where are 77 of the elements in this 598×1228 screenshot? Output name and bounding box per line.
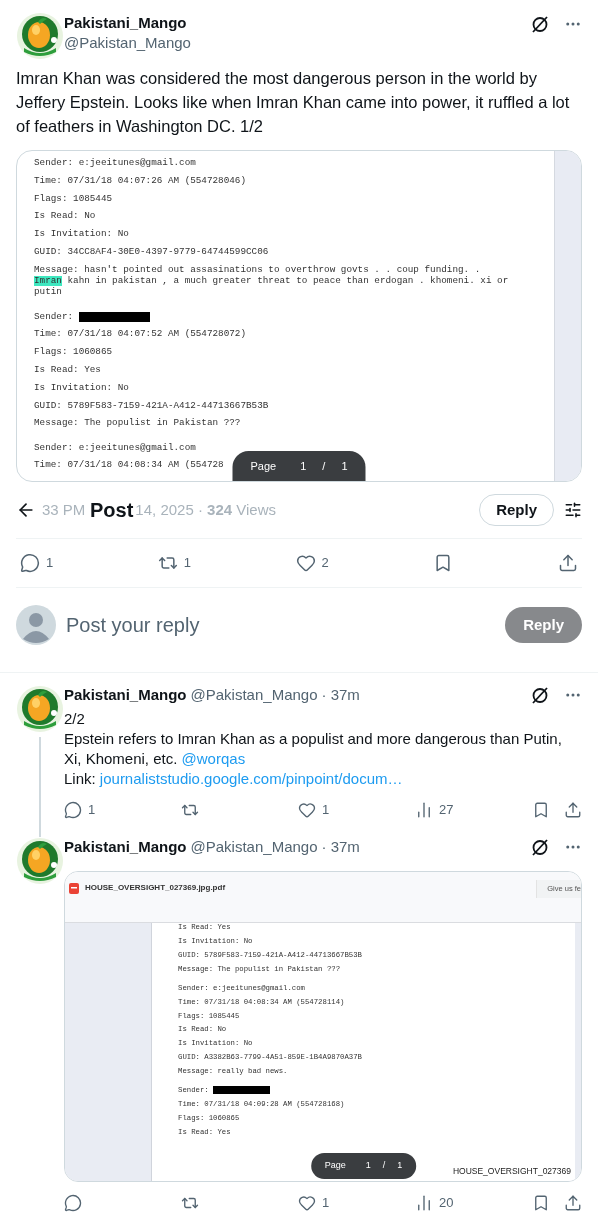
share-icon[interactable] [557, 553, 578, 573]
document-text: Time: 07/31/18 04:08:34 AM (554728 [34, 460, 224, 471]
highlighted-word: Imran [34, 276, 62, 287]
post-time[interactable]: · 37m [321, 835, 360, 859]
post-time[interactable]: · 37m [321, 683, 360, 707]
like-icon[interactable] [295, 553, 316, 573]
post-text: Link: journaliststudio.google.com/pinpoint/docum… [64, 769, 404, 789]
slashed-circle-icon[interactable] [530, 837, 550, 857]
document-text: kahn in pakistan , a much greater threat to peace than erdogan . khomeni. xi or [66, 276, 509, 287]
page-number: 1 [365, 1159, 371, 1173]
file-name: HOUSE_OVERSIGHT_027369.jpg.pdf [85, 882, 226, 894]
views-icon[interactable] [415, 1194, 433, 1212]
slashed-circle-icon[interactable] [530, 685, 550, 705]
page-separator: / [322, 458, 326, 474]
reply-count: 1 [46, 554, 54, 573]
avatar [16, 685, 64, 733]
avatar [16, 837, 64, 885]
reply-icon[interactable] [20, 553, 40, 573]
document-text: GUID: 34CC8AF4-30E0-4397-9779-64744599CC06 [34, 247, 269, 258]
page-number: 1 [300, 458, 307, 474]
slashed-circle-icon[interactable] [530, 14, 550, 34]
bookmark-icon[interactable] [532, 801, 550, 819]
view-count: 27 [439, 801, 454, 820]
document-text: Is Invitation: No [34, 229, 129, 240]
author-name[interactable]: Pakistani_Mango [64, 683, 187, 707]
document-text: Is Invitation: No [34, 382, 129, 393]
author-handle[interactable]: @Pakistan_Mango [190, 683, 318, 707]
document-text: Sender: e:jeeitunes@gmail.com [34, 158, 196, 169]
bookmark-icon[interactable] [532, 1194, 550, 1212]
document-text: Time: 07/31/18 04:07:26 AM (554728046) [34, 175, 246, 187]
document-text: Message: hasn't pointed out assasinations to overthrow govts . . coup funding. . [34, 264, 481, 276]
post-time: 33 PM [42, 499, 86, 520]
reply-icon[interactable] [64, 801, 82, 819]
post-text: Imran Khan was considered the most dangerous person in the world by Jeffery Epstein. Looks like when Imran Khan came into power, it ruffled a lot of feathers in Washington DC. 1/2 [16, 68, 571, 137]
document-text: Sender: [34, 311, 75, 322]
author-name[interactable]: Pakistani_Mango [64, 835, 187, 859]
like-count: 1 [322, 801, 330, 820]
author-name[interactable]: Pakistani_Mango [64, 13, 191, 33]
settings-icon[interactable] [564, 501, 582, 519]
post-date: 14, 2025 · [135, 499, 204, 520]
document-text: Time: 07/31/18 04:07:52 AM (554728072) [34, 329, 246, 340]
pdf-file-icon [69, 882, 79, 894]
share-icon[interactable] [564, 801, 582, 819]
page-label: Page [250, 458, 277, 474]
views-label: Views [235, 499, 277, 520]
document-text: Sender: e:jeeitunes@gmail.com [34, 442, 196, 453]
reply-count: 1 [88, 801, 96, 820]
reply-field[interactable]: Post your reply [66, 610, 200, 640]
author-handle[interactable]: @Pakistan_Mango [64, 33, 191, 53]
document-text: Message: The populist in Pakistan ??? [34, 418, 241, 429]
document-viewer[interactable] [16, 150, 582, 482]
document-footer: HOUSE_OVERSIGHT_027369 [452, 1165, 571, 1178]
user-avatar [16, 605, 56, 645]
page-label: Page [324, 1159, 346, 1173]
share-icon[interactable] [564, 1194, 582, 1212]
document-text: Is Read: Yes [34, 364, 101, 376]
page-total: 1 [397, 1159, 403, 1173]
like-count: 1 [322, 1194, 330, 1213]
reply-icon[interactable] [64, 1194, 82, 1212]
like-icon[interactable] [298, 801, 316, 819]
views-icon[interactable] [415, 801, 433, 819]
repost-count: 1 [183, 554, 192, 573]
post-text: 2/2 [64, 709, 86, 729]
like-icon[interactable] [298, 1194, 316, 1212]
page-total: 1 [341, 458, 348, 474]
document-text: putin [34, 287, 62, 298]
document-viewer[interactable] [64, 871, 582, 1182]
author-handle[interactable]: @Pakistan_Mango [190, 835, 318, 859]
view-count: 20 [439, 1194, 454, 1213]
like-count: 2 [321, 554, 329, 573]
document-text: Is Read: No [34, 211, 96, 222]
document-text: Flags: 1060865 [34, 347, 113, 358]
avatar [16, 12, 64, 60]
document-text: GUID: 5789F583-7159-421A-A412-44713667B53B [34, 400, 269, 411]
view-count: 324 [207, 499, 233, 520]
document-text: Flags: 1085445 [34, 193, 113, 204]
page-separator: / [382, 1159, 386, 1173]
